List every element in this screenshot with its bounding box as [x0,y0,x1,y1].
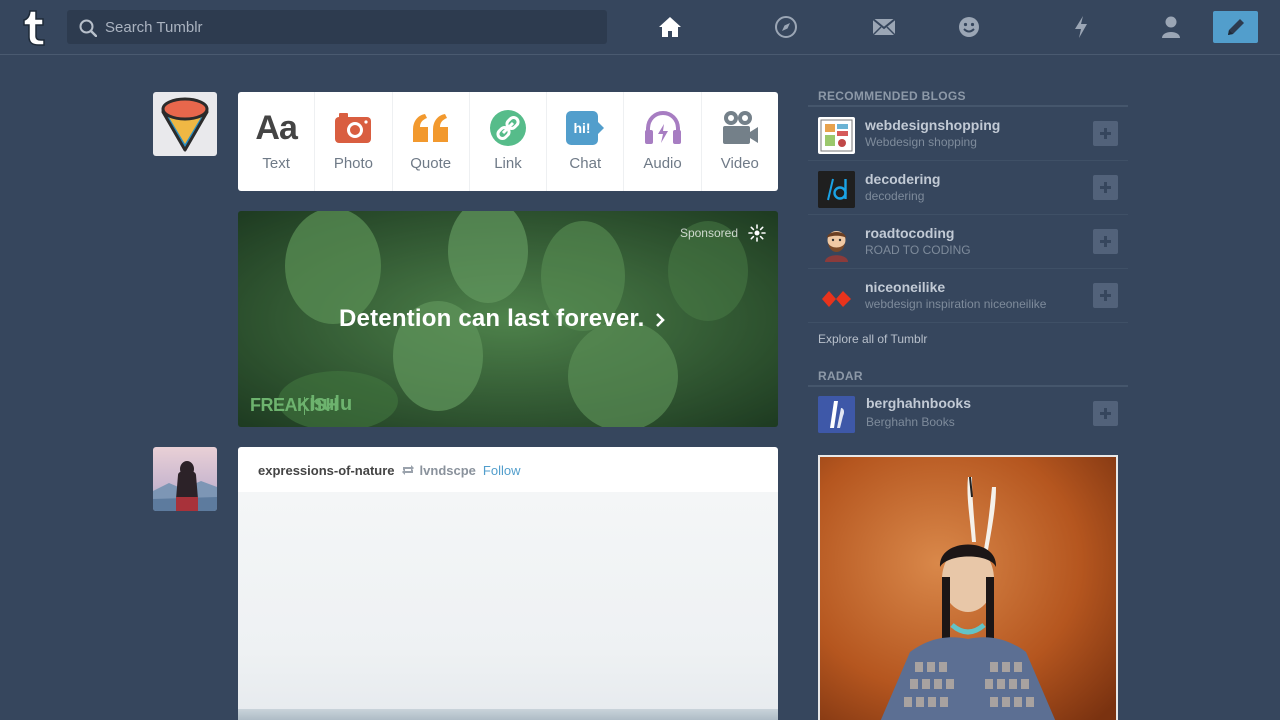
explore-tumblr-link[interactable]: Explore all of Tumblr [808,323,1128,369]
search-box[interactable] [67,10,607,44]
blog-name[interactable]: decodering [865,171,940,187]
tumblr-logo-icon[interactable] [16,7,52,47]
blog-title: Berghahn Books [866,415,955,429]
follow-blog-button[interactable] [1093,283,1118,308]
blog-avatar[interactable] [818,171,855,208]
post-type-chat-button[interactable]: hi! Chat [547,92,625,191]
follow-blog-button[interactable] [1093,401,1118,426]
post-type-video-button[interactable]: Video [702,92,778,191]
blog-avatar[interactable] [818,396,855,433]
sponsored-badge-icon[interactable] [748,224,766,242]
search-icon [79,19,97,37]
reblog-source-link[interactable]: lvndscpe [420,463,476,478]
headphones-icon [641,108,685,148]
blog-avatar[interactable] [818,225,855,262]
plus-icon [1100,236,1111,247]
post-type-audio-button[interactable]: Audio [624,92,702,191]
reblog-icon [401,465,414,475]
blog-title: Webdesign shopping [865,135,977,149]
post-type-quote-button[interactable]: Quote [393,92,470,191]
plus-icon [1100,128,1111,139]
chevron-right-icon [656,313,665,327]
compose-post-button[interactable] [1213,11,1258,43]
messaging-smiley-icon[interactable] [956,14,982,40]
post-author-avatar[interactable] [153,447,217,511]
sponsored-label: Sponsored [679,226,738,240]
follow-blog-button[interactable] [1093,229,1118,254]
recommended-blog-item[interactable]: decodering decodering [808,161,1128,215]
blog-title: ROAD TO CODING [865,243,971,257]
post-card: expressions-of-nature lvndscpe Follow [238,447,778,720]
blog-avatar[interactable] [818,279,855,316]
post-header: expressions-of-nature lvndscpe Follow [258,462,520,478]
post-type-bar: Aa Text Photo Quote Link hi! Chat Audio [238,92,778,191]
post-type-label: Photo [333,155,374,172]
radar-blog-item[interactable]: berghahnbooks Berghahn Books [808,387,1128,443]
blog-name[interactable]: niceoneilike [865,279,945,295]
blog-title: webdesign inspiration niceoneilike [865,297,1047,311]
blog-name[interactable]: berghahnbooks [866,395,971,411]
svg-text:hi!: hi! [574,120,591,136]
text-icon: Aa [255,108,297,147]
video-camera-icon [718,108,762,148]
blog-title: decodering [865,189,925,203]
ad-headline[interactable]: Detention can last forever. [339,305,645,333]
radar-heading: RADAR [808,369,1128,387]
post-type-label: Quote [410,155,452,172]
plus-icon [1100,408,1111,419]
top-bar [0,0,1280,55]
photo-horizon [238,709,778,720]
user-avatar[interactable] [153,92,217,156]
camera-icon [331,108,375,148]
post-type-text-button[interactable]: Aa Text [238,92,316,191]
activity-lightning-icon[interactable] [1068,14,1094,40]
plus-icon [1100,290,1111,301]
post-type-label: Link [494,155,522,172]
blog-avatar[interactable] [818,117,855,154]
follow-link[interactable]: Follow [483,463,521,478]
blog-name[interactable]: roadtocoding [865,225,954,241]
search-input[interactable] [105,10,595,44]
inbox-mail-icon[interactable] [871,14,897,40]
follow-blog-button[interactable] [1093,175,1118,200]
plus-icon [1100,182,1111,193]
recommended-blog-item[interactable]: webdesignshopping Webdesign shopping [808,107,1128,161]
post-type-label: Chat [569,155,602,172]
post-photo[interactable] [238,492,778,720]
home-icon[interactable] [657,14,683,40]
post-type-photo-button[interactable]: Photo [315,92,393,191]
explore-compass-icon[interactable] [773,14,799,40]
recommended-blog-item[interactable]: roadtocoding ROAD TO CODING [808,215,1128,269]
account-person-icon[interactable] [1158,14,1184,40]
radar-post-image[interactable] [818,455,1118,720]
post-type-link-button[interactable]: Link [470,92,548,191]
chat-icon: hi! [563,108,607,148]
link-icon [486,108,530,148]
pencil-icon [1227,19,1244,35]
recommended-blogs-panel: RECOMMENDED BLOGS webdesignshopping Webd… [808,89,1128,443]
sponsored-ad[interactable]: Sponsored Detention can last forever. FR… [238,211,778,427]
post-username-link[interactable]: expressions-of-nature [258,463,395,478]
post-type-label: Audio [643,155,682,172]
blog-name[interactable]: webdesignshopping [865,117,1000,133]
ad-brand-divider [304,397,305,415]
follow-blog-button[interactable] [1093,121,1118,146]
recommended-blogs-heading: RECOMMENDED BLOGS [808,89,1128,107]
post-type-label: Text [262,155,290,172]
ad-brand-hulu: hulu [310,393,353,415]
quote-icon [409,108,453,148]
post-type-label: Video [720,155,759,172]
recommended-blog-item[interactable]: niceoneilike webdesign inspiration niceo… [808,269,1128,323]
